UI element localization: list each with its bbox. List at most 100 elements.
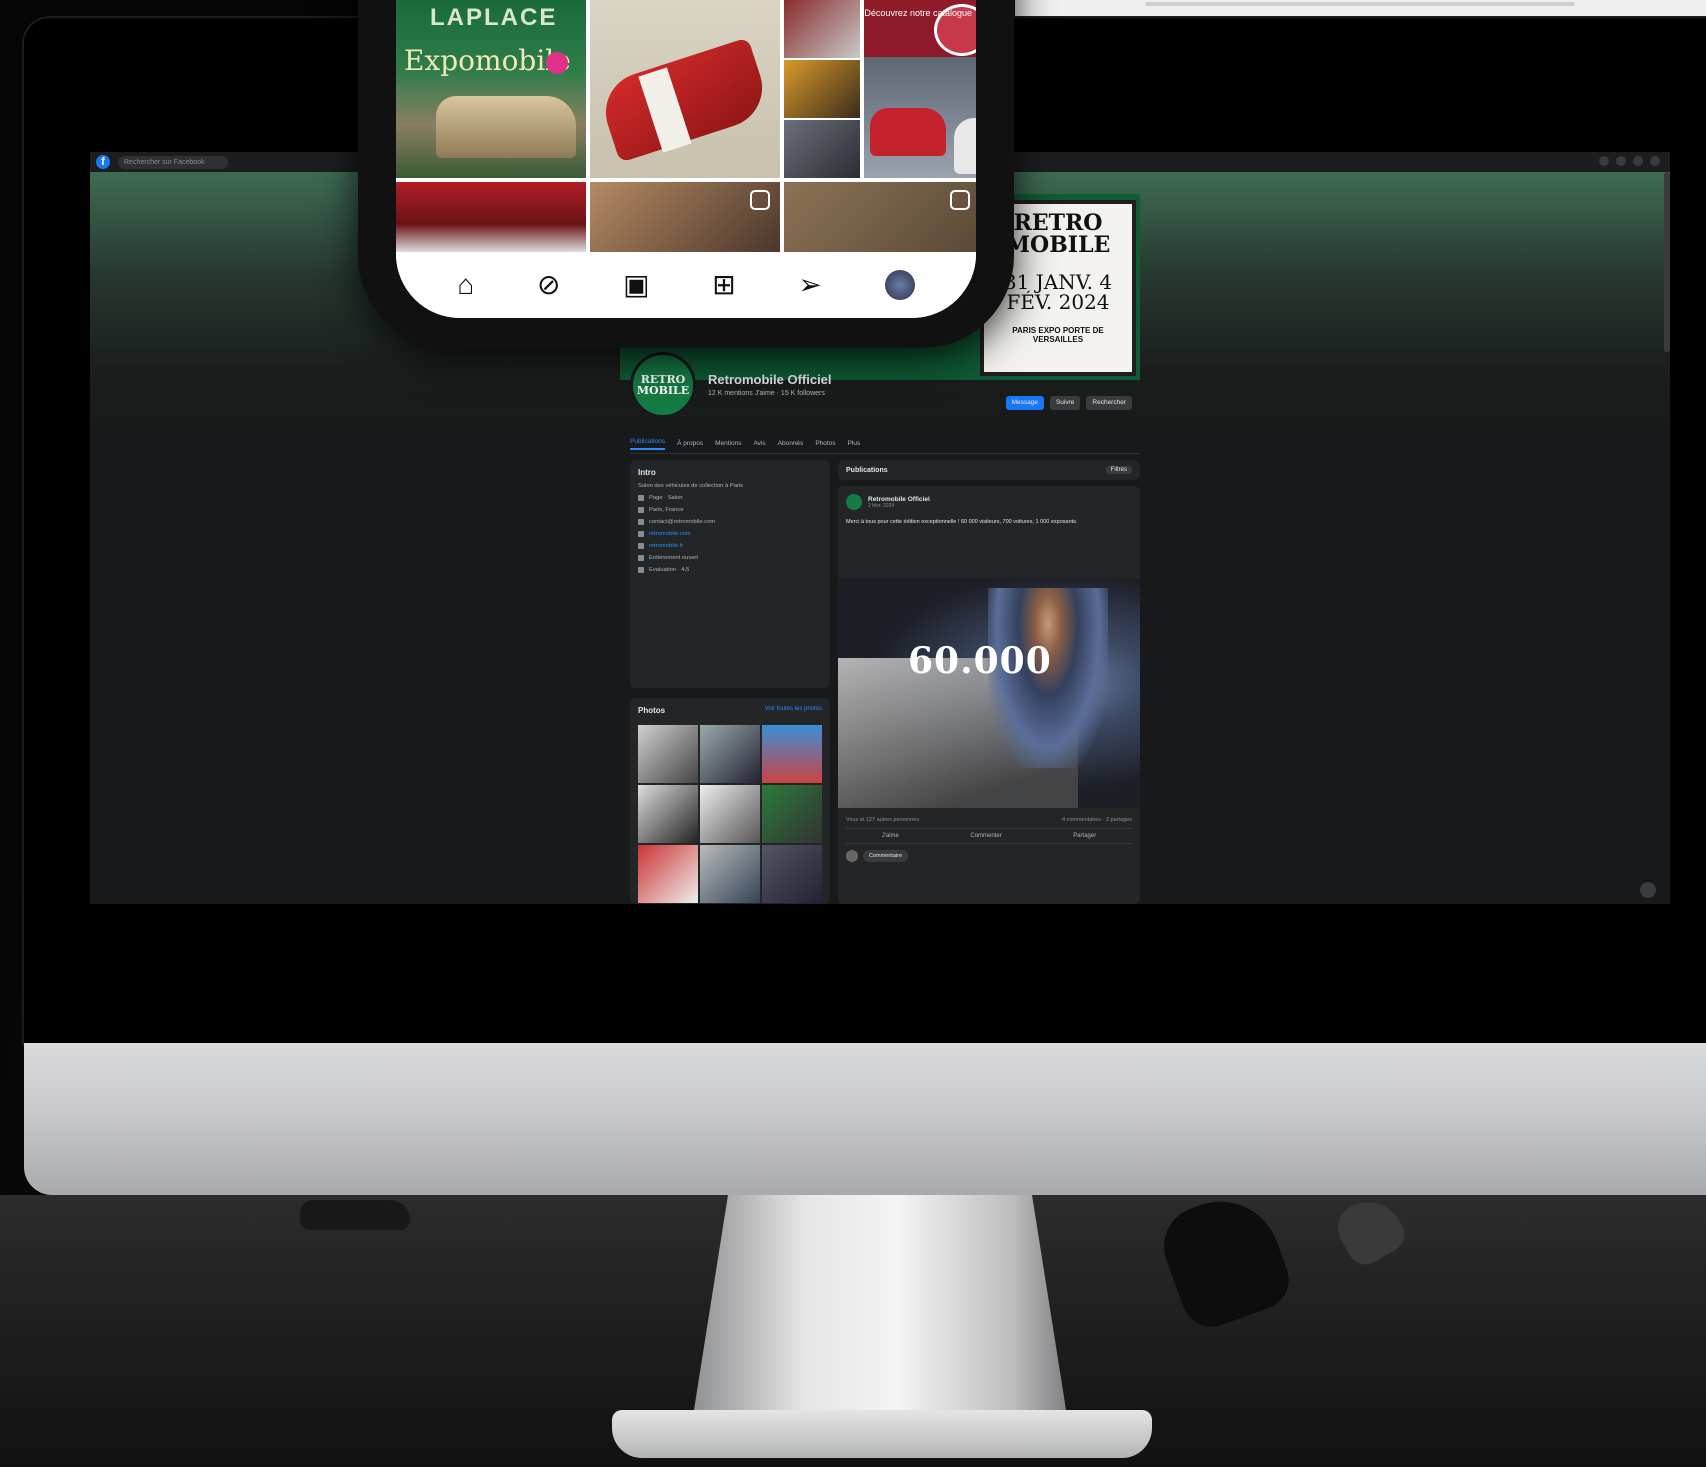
- photo-thumb[interactable]: [700, 845, 760, 903]
- post-header: Retromobile Officiel 2 févr. 2024: [838, 486, 1140, 518]
- comments-count[interactable]: 4 commentaires · 2 partages: [1062, 817, 1132, 823]
- posts-column: Publications Filtres Retromobile Officie…: [838, 460, 1140, 904]
- instagram-post[interactable]: [590, 0, 780, 178]
- intro-website-2[interactable]: retromobile.fr: [638, 543, 822, 549]
- intro-website[interactable]: retromobile.com: [638, 531, 822, 537]
- photo-thumb[interactable]: [638, 725, 698, 783]
- scrollbar[interactable]: [1664, 172, 1670, 352]
- see-all-photos-link[interactable]: Voir toutes les photos: [765, 706, 822, 721]
- white-car-shape: [954, 118, 976, 174]
- monitor-stand: [690, 1195, 1070, 1435]
- post-stats: Vous et 127 autres personnes 4 commentai…: [846, 817, 1132, 823]
- post-footer: Vous et 127 autres personnes 4 commentai…: [838, 812, 1140, 862]
- tab-followers[interactable]: Abonnés: [778, 440, 804, 447]
- photo-thumb[interactable]: [762, 725, 822, 783]
- photo-thumb[interactable]: [638, 845, 698, 903]
- instagram-post[interactable]: LAPLACE Expomobile: [396, 0, 586, 178]
- clock-icon: [638, 555, 644, 561]
- photos-title: Photos: [638, 706, 666, 715]
- post-avatar[interactable]: [846, 494, 862, 510]
- page-tabs: Publications À propos Mentions Avis Abon…: [630, 434, 1140, 454]
- link-icon: [638, 543, 644, 549]
- visitor-count: 60.000: [908, 640, 1052, 682]
- home-icon[interactable]: ⌂: [457, 271, 474, 299]
- vintage-car-shape: [436, 96, 576, 158]
- intro-category: Page · Salon: [638, 495, 822, 501]
- instagram-reel[interactable]: [784, 182, 976, 252]
- monitor-stand-base: [612, 1410, 1152, 1458]
- intro-rating: Évaluation · 4,5: [638, 567, 822, 573]
- intro-description: Salon des véhicules de collection à Pari…: [638, 483, 744, 489]
- photo-grid: [638, 725, 822, 903]
- chat-icon[interactable]: [1640, 882, 1656, 898]
- page-stats: 12 K mentions J'aime · 15 K followers: [708, 390, 825, 397]
- message-button[interactable]: Message: [1005, 396, 1044, 410]
- reel-icon: [950, 190, 970, 210]
- instagram-post[interactable]: Découvrez notre catalogue: [864, 0, 976, 178]
- phone-frame: LAPLACE Expomobile Découvrez notre catal…: [358, 0, 1014, 348]
- account-icon[interactable]: [1650, 156, 1660, 166]
- photo-thumb[interactable]: [762, 845, 822, 903]
- tile-text: Découvrez notre catalogue: [864, 8, 972, 18]
- comment-row: Commentaire: [846, 850, 1132, 862]
- photo-thumb[interactable]: [638, 785, 698, 843]
- intro-location: Paris, France: [638, 507, 822, 513]
- photo-thumb[interactable]: [700, 785, 760, 843]
- post-card: Retromobile Officiel 2 févr. 2024 Merci …: [838, 486, 1140, 904]
- post-image[interactable]: 60.000: [838, 578, 1140, 808]
- share-button[interactable]: Partager: [1073, 833, 1096, 839]
- profile-actions: Message Suivre Rechercher: [1005, 396, 1132, 410]
- post-text: Merci à tous pour cette édition exceptio…: [846, 519, 1078, 525]
- profile-avatar[interactable]: [884, 270, 915, 300]
- instagram-reel[interactable]: [590, 182, 780, 252]
- photo-thumb[interactable]: [762, 785, 822, 843]
- post-author[interactable]: Retromobile Officiel: [868, 496, 930, 503]
- commenter-avatar[interactable]: [846, 850, 858, 862]
- comment-button[interactable]: Commenter: [970, 833, 1001, 839]
- tab-more[interactable]: Plus: [848, 440, 861, 447]
- follow-button[interactable]: Suivre: [1049, 396, 1081, 410]
- post-actions: J'aime Commenter Partager: [846, 828, 1132, 844]
- tab-about[interactable]: À propos: [677, 440, 703, 447]
- direct-icon[interactable]: ➢: [798, 271, 821, 299]
- intro-title: Intro: [638, 468, 656, 477]
- instagram-grid: LAPLACE Expomobile Découvrez notre catal…: [396, 0, 976, 252]
- posts-header: Publications Filtres: [838, 460, 1140, 480]
- profile-header: RETRO MOBILE Retromobile Officiel 12 K m…: [630, 352, 1140, 422]
- menu-icon[interactable]: [1599, 156, 1609, 166]
- star-icon: [638, 567, 644, 573]
- filter-button[interactable]: Filtres: [1105, 466, 1132, 474]
- notifications-icon[interactable]: [1633, 156, 1643, 166]
- poster-dates: 31 JANV. 4 FÉV. 2024: [1003, 270, 1113, 314]
- search-page-button[interactable]: Rechercher: [1086, 396, 1132, 410]
- search-input[interactable]: Rechercher sur Facebook: [118, 155, 228, 169]
- tile-title: LAPLACE: [430, 4, 558, 31]
- page-title: Retromobile Officiel: [708, 372, 832, 387]
- post-time[interactable]: 2 févr. 2024: [868, 503, 930, 509]
- reels-icon[interactable]: ▣: [623, 271, 649, 299]
- intro-email[interactable]: contact@retromobile.com: [638, 519, 822, 525]
- instagram-post[interactable]: [784, 0, 860, 178]
- person-shoe: [300, 1200, 410, 1230]
- page-avatar[interactable]: RETRO MOBILE: [630, 352, 696, 418]
- instagram-post[interactable]: [396, 182, 586, 252]
- photo-thumb[interactable]: [700, 725, 760, 783]
- messenger-icon[interactable]: [1616, 156, 1626, 166]
- explore-icon[interactable]: ⊘: [537, 271, 560, 299]
- like-button[interactable]: J'aime: [882, 833, 899, 839]
- intro-hours: Entièrement ouvert: [638, 555, 822, 561]
- reactions-count[interactable]: Vous et 127 autres personnes: [846, 817, 919, 823]
- info-icon: [638, 495, 644, 501]
- tab-mentions[interactable]: Mentions: [715, 440, 741, 447]
- instagram-post-pair: Découvrez notre catalogue: [784, 0, 976, 178]
- tab-photos[interactable]: Photos: [815, 440, 835, 447]
- posts-title: Publications: [846, 466, 888, 474]
- comment-bubble: Commentaire: [863, 850, 909, 862]
- intro-card: Intro Salon des véhicules de collection …: [630, 460, 830, 688]
- scene: f Rechercher sur Facebook RETRO MOBILE 3…: [0, 0, 1706, 1467]
- facebook-logo-icon[interactable]: f: [96, 155, 110, 169]
- reel-icon: [750, 190, 770, 210]
- tab-publications[interactable]: Publications: [630, 438, 666, 450]
- new-post-icon[interactable]: ⊞: [712, 271, 735, 299]
- tab-reviews[interactable]: Avis: [753, 440, 765, 447]
